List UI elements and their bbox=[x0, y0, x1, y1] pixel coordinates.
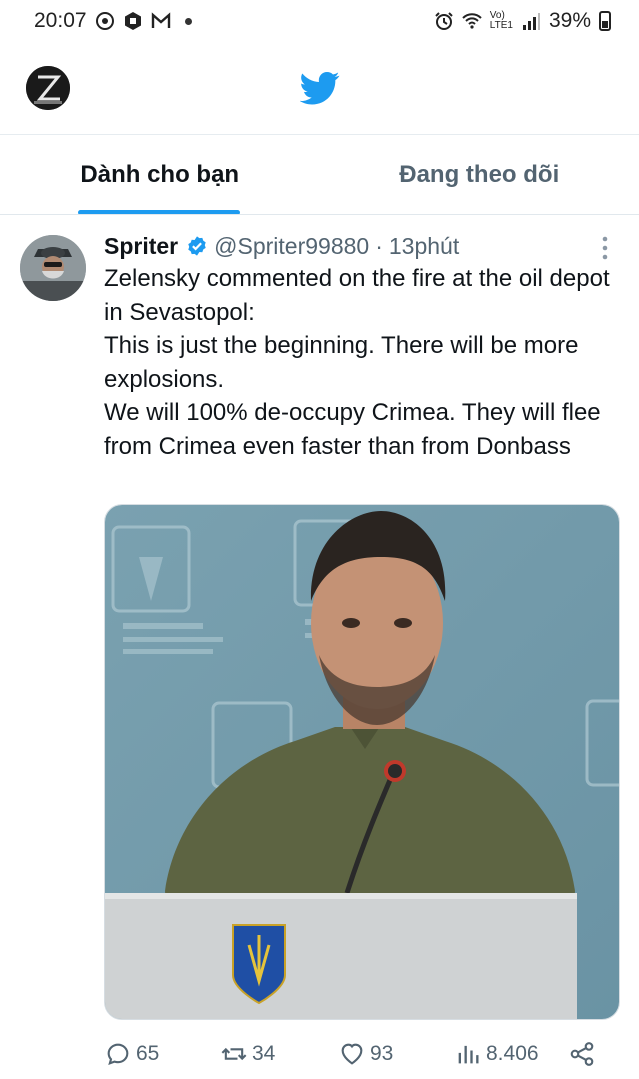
alarm-icon bbox=[435, 12, 453, 30]
app-bar bbox=[0, 42, 639, 134]
battery-percent: 39% bbox=[548, 9, 591, 32]
header-separator: · bbox=[375, 232, 383, 259]
hexagon-app-icon bbox=[124, 12, 141, 30]
tweet-text-line: This is just the beginning. There will b… bbox=[104, 332, 579, 393]
like-count: 93 bbox=[370, 1042, 394, 1065]
tweet-header: Spriter @Spriter99880 · 13phút bbox=[104, 231, 459, 261]
retweet-count: 34 bbox=[252, 1042, 276, 1065]
author-name[interactable]: Spriter bbox=[104, 233, 178, 260]
share-button[interactable] bbox=[568, 1038, 596, 1070]
retweet-icon bbox=[221, 1047, 247, 1061]
photo-image bbox=[105, 505, 619, 1019]
status-right: Vo) LTE1 39% bbox=[434, 9, 611, 33]
tweet-text: Zelensky commented on the fire at the oi… bbox=[104, 262, 624, 463]
views-chart-icon bbox=[458, 1045, 479, 1064]
reply-button[interactable]: 65 bbox=[104, 1038, 159, 1070]
views-button[interactable]: 8.406 bbox=[454, 1038, 539, 1070]
tab-following[interactable]: Đang theo dõi bbox=[320, 135, 639, 215]
timeline-tabs: Dành cho bạn Đang theo dõi bbox=[0, 135, 639, 215]
profile-avatar-button[interactable] bbox=[26, 66, 70, 110]
verified-badge-icon bbox=[188, 236, 206, 256]
like-button[interactable]: 93 bbox=[338, 1038, 393, 1070]
reply-count: 65 bbox=[136, 1042, 160, 1065]
tweet-time[interactable]: 13phút bbox=[389, 233, 459, 260]
status-left: 20:07 bbox=[34, 9, 192, 33]
status-time: 20:07 bbox=[34, 9, 87, 32]
tweet-text-line: We will 100% de-occupy Crimea. They will… bbox=[104, 399, 601, 460]
gmail-icon bbox=[151, 12, 170, 28]
reply-icon bbox=[107, 1043, 129, 1066]
z-logo-icon bbox=[26, 66, 70, 110]
author-avatar[interactable] bbox=[20, 235, 86, 301]
notification-dot bbox=[184, 17, 192, 25]
tweet-media-photo[interactable] bbox=[104, 504, 620, 1020]
tweet[interactable]: Spriter @Spriter99880 · 13phút Zelensky … bbox=[0, 215, 639, 1079]
wifi-icon bbox=[462, 13, 482, 29]
share-icon bbox=[570, 1042, 594, 1066]
views-count: 8.406 bbox=[486, 1042, 539, 1065]
network-label: Vo) LTE1 bbox=[489, 10, 513, 31]
heart-icon bbox=[341, 1043, 363, 1065]
settings-circle-icon bbox=[95, 12, 114, 30]
avatar-image bbox=[20, 235, 86, 301]
tweet-text-line: Zelensky commented on the fire at the oi… bbox=[104, 265, 610, 326]
author-handle[interactable]: @Spriter99880 bbox=[214, 233, 369, 260]
tab-for-you[interactable]: Dành cho bạn bbox=[0, 135, 320, 215]
tweet-actions: 65 34 93 8.406 bbox=[104, 1038, 604, 1070]
retweet-button[interactable]: 34 bbox=[220, 1038, 275, 1070]
signal-icon bbox=[522, 13, 540, 30]
status-bar: 20:07 Vo) LTE1 39% bbox=[0, 0, 639, 42]
more-options-icon[interactable] bbox=[598, 235, 612, 261]
twitter-bird-icon[interactable] bbox=[300, 68, 340, 108]
battery-icon bbox=[599, 11, 611, 31]
